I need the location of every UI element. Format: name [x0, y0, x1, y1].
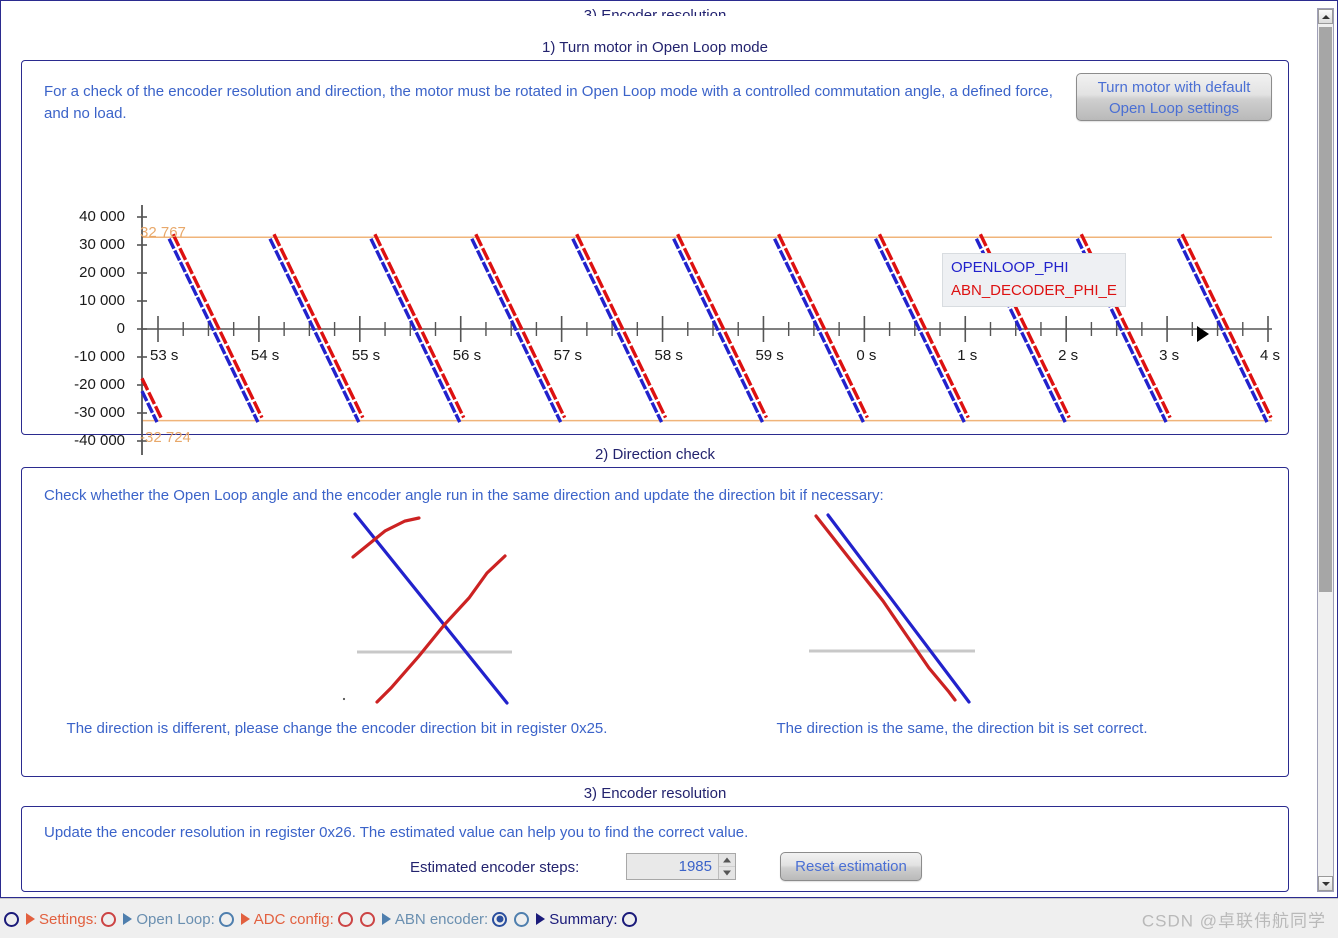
section3-description: Update the encoder resolution in registe… — [44, 824, 749, 841]
direction-different-plot — [327, 506, 527, 711]
section3-title: 3) Encoder resolution — [583, 785, 727, 802]
direction-same-plot — [797, 506, 1007, 711]
status-group-settings[interactable]: Settings: — [26, 910, 117, 928]
play-right-icon[interactable] — [536, 913, 546, 925]
chart-x-tick-label: 54 s — [250, 347, 280, 364]
status-radio-abn-2[interactable] — [514, 911, 530, 927]
caret-down-icon — [1321, 881, 1330, 886]
chevron-up-icon — [723, 857, 731, 863]
chart-x-tick-label: 0 s — [856, 347, 877, 364]
stepper-down-button[interactable] — [719, 867, 735, 879]
chart-y-tick-label: 0 — [116, 320, 125, 337]
section1-group: For a check of the encoder resolution an… — [21, 60, 1289, 455]
status-group-open-loop[interactable]: Open Loop: — [123, 910, 234, 928]
clipped-top-title: 3) Encoder resolution — [7, 8, 1303, 16]
play-right-icon[interactable] — [26, 913, 35, 925]
status-group-summary[interactable]: Summary: — [536, 910, 637, 928]
chart-x-tick-label: 1 s — [957, 347, 978, 364]
status-radio-summary[interactable] — [621, 911, 637, 927]
section2-description: Check whether the Open Loop angle and th… — [44, 487, 884, 504]
window-frame: 3) Encoder resolution 1) Turn motor in O… — [0, 0, 1338, 898]
chart-x-tick-label: 4 s — [1260, 347, 1281, 364]
status-bar: Settings: Open Loop: ADC config: ABN encode… — [0, 898, 1338, 938]
status-label-summary: Summary: — [549, 910, 618, 928]
play-right-icon[interactable] — [1197, 326, 1209, 342]
direction-same-caption: The direction is the same, the direction… — [776, 720, 1148, 737]
status-radio-0[interactable] — [4, 911, 19, 927]
chevron-down-icon — [723, 870, 731, 876]
watermark-text: CSDN @卓联伟航同学 — [1141, 911, 1326, 930]
status-radio-adc-2[interactable] — [359, 911, 375, 927]
application-window: 3) Encoder resolution 1) Turn motor in O… — [0, 0, 1338, 938]
estimated-steps-value[interactable]: 1985 — [627, 854, 718, 879]
chart-y-tick-label: 40 000 — [79, 208, 125, 225]
section2-title: 2) Direction check — [594, 446, 716, 463]
status-group-abn-encoder[interactable]: ABN encoder: — [381, 910, 508, 928]
chart-y-tick-label: 10 000 — [79, 292, 125, 309]
status-label-abn-encoder: ABN encoder: — [394, 910, 489, 928]
chart-y-tick-label: -20 000 — [74, 376, 125, 393]
status-radio-open-loop[interactable] — [218, 911, 234, 927]
status-label-adc-config: ADC config: — [253, 910, 334, 928]
estimated-steps-stepper[interactable]: 1985 — [626, 853, 736, 880]
section3-group: Update the encoder resolution in registe… — [21, 806, 1289, 892]
turn-motor-button-line2: Open Loop settings — [1108, 100, 1240, 117]
chart-lower-limit-label: -32 724 — [140, 429, 191, 446]
status-radio-adc-config[interactable] — [337, 911, 353, 927]
status-radio-abn-encoder[interactable] — [492, 911, 508, 927]
status-radio-settings[interactable] — [101, 911, 117, 927]
chart-y-tick-label: 30 000 — [79, 236, 125, 253]
chart-x-tick-label: 2 s — [1058, 347, 1079, 364]
status-label-open-loop: Open Loop: — [136, 910, 215, 928]
legend-item-openloop-phi: OPENLOOP_PHI — [951, 259, 1069, 276]
play-right-icon[interactable] — [240, 913, 250, 925]
section2-group: Check whether the Open Loop angle and th… — [21, 467, 1289, 777]
legend-item-abn-decoder-phi-e: ABN_DECODER_PHI_E — [951, 282, 1117, 299]
section1-title: 1) Turn motor in Open Loop mode — [542, 39, 768, 56]
chart-legend: OPENLOOP_PHI ABN_DECODER_PHI_E — [942, 253, 1126, 307]
status-label-settings: Settings: — [39, 910, 98, 928]
chart-x-tick-label: 3 s — [1159, 347, 1180, 364]
scroll-up-button[interactable] — [1318, 9, 1333, 24]
section1-description: For a check of the encoder resolution an… — [44, 83, 1053, 122]
chart-y-tick-label: 20 000 — [79, 264, 125, 281]
caret-up-icon — [1321, 14, 1330, 19]
scroll-down-button[interactable] — [1318, 876, 1333, 891]
chart-x-tick-label: 57 s — [553, 347, 582, 364]
chart-plot-area — [137, 205, 1273, 455]
chart-x-tick-label: 56 s — [452, 347, 482, 364]
status-group-adc-config[interactable]: ADC config: — [240, 910, 353, 928]
chart-y-tick-label: -10 000 — [74, 348, 125, 365]
scrollbar-thumb[interactable] — [1319, 27, 1332, 592]
stepper-up-button[interactable] — [719, 854, 735, 867]
status-bar-items: Settings: Open Loop: ADC config: ABN encode… — [4, 899, 637, 938]
chart-y-tick-label: -30 000 — [74, 404, 125, 421]
vertical-scrollbar[interactable] — [1317, 8, 1334, 892]
chart-upper-limit-label: 32 767 — [140, 224, 186, 241]
openloop-chart[interactable]: 40 000 30 000 20 000 10 000 0 -10 000 -20 000 -… — [37, 193, 1286, 473]
turn-motor-button-line1: Turn motor with default — [1097, 79, 1251, 96]
chart-x-tick-label: 58 s — [654, 347, 683, 364]
direction-different-caption: The direction is different, please chang… — [66, 720, 608, 737]
play-right-icon[interactable] — [381, 913, 391, 925]
scroll-content-area: 3) Encoder resolution 1) Turn motor in O… — [7, 8, 1303, 892]
estimated-steps-label: Estimated encoder steps: — [410, 859, 580, 876]
chart-x-tick-label: 55 s — [351, 347, 381, 364]
reset-estimation-button[interactable]: Reset estimation — [780, 852, 922, 881]
chart-x-tick-label: 59 s — [755, 347, 784, 364]
stepper-buttons[interactable] — [718, 854, 735, 879]
play-right-icon[interactable] — [123, 913, 133, 925]
turn-motor-button[interactable]: Turn motor with default Open Loop settin… — [1076, 73, 1272, 121]
chart-x-tick-label: 53 s — [150, 347, 179, 364]
